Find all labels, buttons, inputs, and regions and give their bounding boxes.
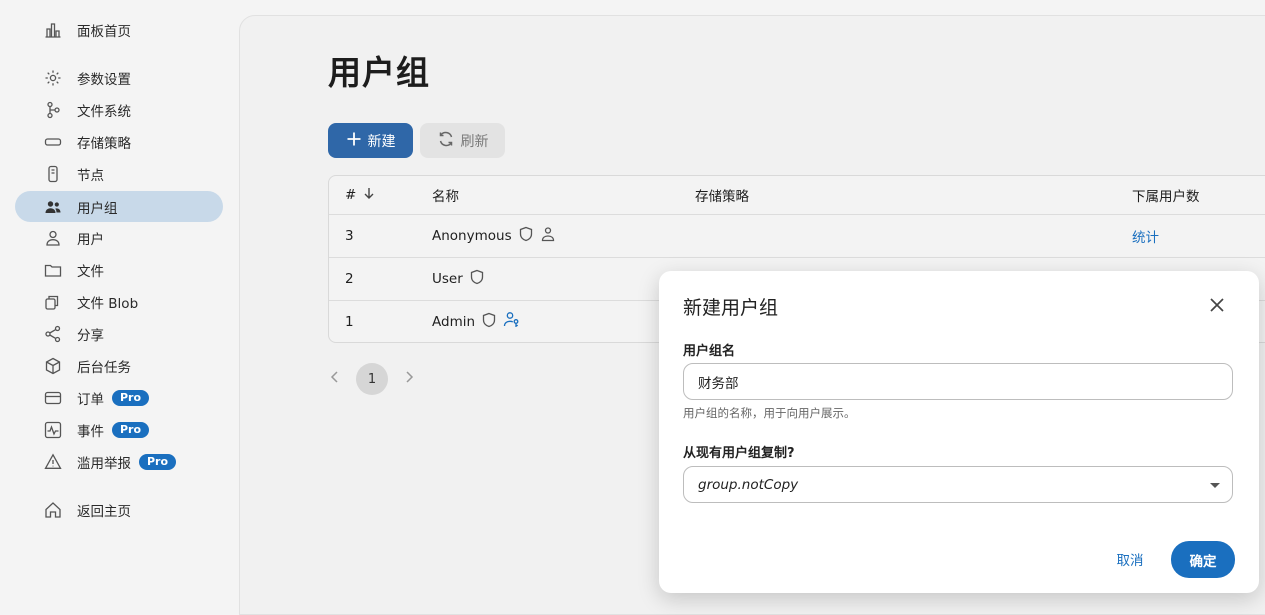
dialog-title: 新建用户组: [683, 297, 779, 319]
pro-badge: Pro: [139, 453, 177, 470]
user-count-link[interactable]: 统计: [1132, 214, 1159, 257]
sidebar-item-label: 事件: [77, 423, 104, 440]
sidebar-item-label: 返回主页: [77, 503, 131, 520]
gear-icon: [43, 68, 63, 88]
task-icon: [43, 356, 63, 376]
sidebar-item-storage-policy[interactable]: 存储策略: [15, 126, 223, 157]
table-row[interactable]: 3 Anonymous 统计: [329, 214, 1265, 258]
row-name: Admin: [432, 300, 520, 342]
admin-user-icon: [503, 311, 520, 332]
sidebar-item-dashboard[interactable]: 面板首页: [15, 14, 223, 45]
storage-icon: [43, 132, 63, 152]
sidebar-item-label: 面板首页: [77, 23, 131, 40]
pro-badge: Pro: [112, 389, 150, 406]
new-user-group-dialog: 新建用户组 用户组名 财务部 用户组的名称，用于向用户展示。 从现有用户组复制?…: [659, 271, 1259, 593]
pagination: 1: [328, 363, 416, 395]
warning-icon: [43, 452, 63, 472]
row-id: 3: [345, 227, 354, 244]
group-name-input[interactable]: 财务部: [683, 363, 1233, 400]
sidebar-item-file-blob[interactable]: 文件 Blob: [15, 286, 223, 317]
copy-group-label: 从现有用户组复制?: [683, 446, 795, 461]
column-header-label: #: [345, 187, 357, 203]
new-button-label: 新建: [367, 133, 396, 150]
folder-icon: [43, 260, 63, 280]
row-name: Anonymous: [432, 214, 556, 257]
row-id: 1: [345, 313, 354, 330]
row-name: User: [432, 257, 485, 300]
page-title: 用户组: [328, 53, 430, 92]
row-id: 2: [345, 270, 354, 287]
sidebar-item-nodes[interactable]: 节点: [15, 158, 223, 189]
group-name-label: 用户组名: [683, 344, 736, 359]
share-icon: [43, 324, 63, 344]
refresh-button-label: 刷新: [460, 133, 489, 150]
close-icon[interactable]: [1205, 293, 1229, 317]
copy-group-select[interactable]: group.notCopy: [683, 466, 1233, 503]
sidebar-item-user-groups[interactable]: 用户组: [15, 191, 223, 222]
card-icon: [43, 388, 63, 408]
home-icon: [43, 500, 63, 520]
group-name-helper: 用户组的名称，用于向用户展示。: [683, 406, 856, 420]
sidebar-item-label: 存储策略: [77, 135, 131, 152]
page-button-current[interactable]: 1: [356, 363, 388, 395]
shield-icon: [469, 269, 485, 289]
pulse-icon: [43, 420, 63, 440]
people-icon: [43, 197, 63, 217]
arrow-down-icon: [362, 186, 376, 204]
sidebar-item-label: 用户组: [77, 200, 118, 217]
refresh-icon: [437, 130, 455, 152]
group-name: User: [432, 270, 463, 287]
bar-chart-icon: [43, 20, 63, 40]
sidebar-item-files[interactable]: 文件: [15, 254, 223, 285]
confirm-button[interactable]: 确定: [1171, 541, 1235, 578]
sidebar-item-label: 节点: [77, 167, 104, 184]
sidebar-item-settings[interactable]: 参数设置: [15, 62, 223, 93]
group-name: Anonymous: [432, 227, 512, 244]
column-header-users: 下属用户数: [1132, 189, 1200, 205]
sidebar-item-events[interactable]: 事件 Pro: [15, 414, 223, 445]
sidebar-item-label: 文件系统: [77, 103, 131, 120]
sidebar-item-label: 分享: [77, 327, 104, 344]
pro-badge: Pro: [112, 421, 150, 438]
sidebar-item-share[interactable]: 分享: [15, 318, 223, 349]
sidebar-item-home[interactable]: 返回主页: [15, 494, 223, 525]
sidebar: 面板首页 参数设置 文件系统 存储策略 节点 用户组 用户 文件 文件 Blob…: [0, 0, 239, 600]
table-header-row: # 名称 存储策略 下属用户数: [329, 176, 1265, 215]
node-icon: [43, 164, 63, 184]
sidebar-item-label: 文件: [77, 263, 104, 280]
chevron-down-icon: [1210, 483, 1220, 488]
plus-icon: [346, 131, 362, 151]
tree-icon: [43, 100, 63, 120]
refresh-button[interactable]: 刷新: [420, 123, 505, 158]
shield-icon: [518, 226, 534, 246]
chevron-left-icon[interactable]: [328, 370, 342, 388]
sidebar-item-orders[interactable]: 订单 Pro: [15, 382, 223, 413]
sidebar-item-label: 后台任务: [77, 359, 131, 376]
sidebar-item-label: 滥用举报: [77, 455, 131, 472]
new-button[interactable]: 新建: [328, 123, 413, 158]
blob-icon: [43, 292, 63, 312]
sidebar-item-label: 订单: [77, 391, 104, 408]
person-icon: [43, 228, 63, 248]
group-name-value: 财务部: [698, 375, 739, 392]
copy-group-value: group.notCopy: [698, 476, 799, 493]
column-header-policy: 存储策略: [695, 189, 749, 205]
shield-icon: [481, 312, 497, 332]
sidebar-item-tasks[interactable]: 后台任务: [15, 350, 223, 381]
sidebar-item-label: 文件 Blob: [77, 295, 139, 312]
group-name: Admin: [432, 313, 476, 330]
cancel-button[interactable]: 取消: [1105, 541, 1155, 577]
column-header-id[interactable]: #: [345, 176, 376, 214]
column-header-name: 名称: [432, 189, 459, 205]
sidebar-item-abuse-reports[interactable]: 滥用举报 Pro: [15, 446, 223, 477]
chevron-right-icon[interactable]: [402, 370, 416, 388]
sidebar-item-users[interactable]: 用户: [15, 222, 223, 253]
sidebar-item-filesystem[interactable]: 文件系统: [15, 94, 223, 125]
anonymous-user-icon: [540, 226, 556, 246]
sidebar-item-label: 用户: [77, 231, 104, 248]
sidebar-item-label: 参数设置: [77, 71, 131, 88]
